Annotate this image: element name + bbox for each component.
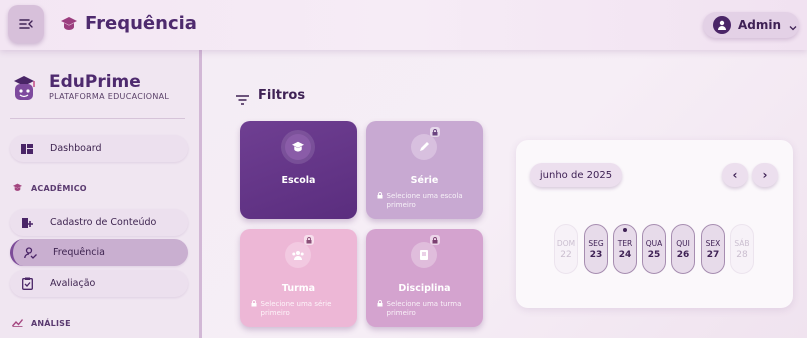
week-calendar: junho de 2025 ‹ › DOM 22 SEG 23 TER 24 Q…: [516, 140, 793, 308]
day-wednesday[interactable]: QUA 25: [642, 224, 666, 274]
sidebar-item-dashboard[interactable]: Dashboard: [10, 135, 188, 162]
section-academico: ACADÊMICO: [12, 183, 87, 194]
sidebar-item-label: Dashboard: [50, 143, 102, 154]
sidebar-item-cadastro[interactable]: Cadastro de Conteúdo: [10, 209, 188, 236]
filter-card-label: Disciplina: [398, 283, 451, 294]
user-menu-button[interactable]: Admin: [703, 12, 799, 38]
eduprime-logo-icon: [9, 72, 39, 106]
chevron-down-icon: [789, 16, 797, 35]
filter-card-label: Série: [410, 175, 439, 186]
chevron-left-icon: ‹: [732, 168, 738, 182]
day-saturday: SÁB 28: [730, 224, 754, 274]
sidebar-item-frequencia[interactable]: Frequência: [10, 239, 188, 266]
day-monday[interactable]: SEG 23: [584, 224, 608, 274]
clipboard-check-icon: [16, 277, 38, 290]
trending-up-icon: [11, 318, 24, 329]
filter-card-label: Escola: [281, 175, 316, 186]
filter-card-hint: Selecione uma turma primeiro: [366, 300, 483, 318]
user-check-icon: [19, 246, 41, 259]
day-friday[interactable]: SEX 27: [701, 224, 725, 274]
user-name: Admin: [738, 18, 782, 32]
filter-card-label: Turma: [281, 283, 316, 294]
section-analise: ANÁLISE: [11, 318, 71, 329]
sidebar-item-label: Frequência: [53, 247, 105, 258]
dashboard-icon: [16, 143, 38, 154]
page-title: Frequência: [85, 13, 197, 34]
graduation-cap-icon: [60, 16, 78, 36]
filter-card-escola[interactable]: Escola: [240, 121, 357, 219]
filters-title: Filtros: [258, 88, 306, 103]
lock-icon: [377, 300, 383, 318]
filter-card-serie[interactable]: Série Selecione uma escola primeiro: [366, 121, 483, 219]
menu-toggle-button[interactable]: [8, 5, 44, 43]
day-thursday[interactable]: QUI 26: [671, 224, 695, 274]
graduation-cap-icon: [285, 134, 311, 160]
chevron-right-icon: ›: [762, 168, 768, 182]
today-indicator: [623, 228, 627, 232]
lock-icon: [377, 192, 383, 210]
book-icon: [411, 242, 437, 268]
pencil-icon: [411, 134, 437, 160]
sidebar: EduPrime PLATAFORMA EDUCACIONAL Dashboar…: [0, 50, 202, 338]
sidebar-item-avaliacao[interactable]: Avaliação: [10, 270, 188, 297]
day-sunday: DOM 22: [554, 224, 578, 274]
sidebar-item-label: Avaliação: [50, 278, 96, 289]
brand-subtitle: PLATAFORMA EDUCACIONAL: [49, 92, 170, 101]
filter-card-hint: Selecione uma escola primeiro: [366, 192, 483, 210]
next-week-button[interactable]: ›: [752, 163, 778, 187]
filter-icon: [236, 90, 249, 109]
user-avatar-icon: [713, 16, 731, 34]
filter-card-disciplina[interactable]: Disciplina Selecione uma turma primeiro: [366, 229, 483, 327]
filter-card-hint: Selecione uma série primeiro: [240, 300, 357, 318]
top-bar: Frequência Admin: [0, 0, 807, 50]
menu-collapse-icon: [19, 15, 33, 34]
add-content-icon: [16, 217, 38, 229]
graduation-cap-icon: [12, 183, 23, 194]
sidebar-item-label: Cadastro de Conteúdo: [50, 217, 157, 228]
prev-week-button[interactable]: ‹: [722, 163, 748, 187]
month-selector[interactable]: junho de 2025: [530, 163, 622, 187]
group-icon: [285, 242, 311, 268]
filter-card-turma[interactable]: Turma Selecione uma série primeiro: [240, 229, 357, 327]
day-tuesday[interactable]: TER 24: [613, 224, 637, 274]
sidebar-divider: [10, 118, 185, 119]
lock-icon: [251, 300, 257, 318]
brand-name: EduPrime: [49, 72, 141, 92]
